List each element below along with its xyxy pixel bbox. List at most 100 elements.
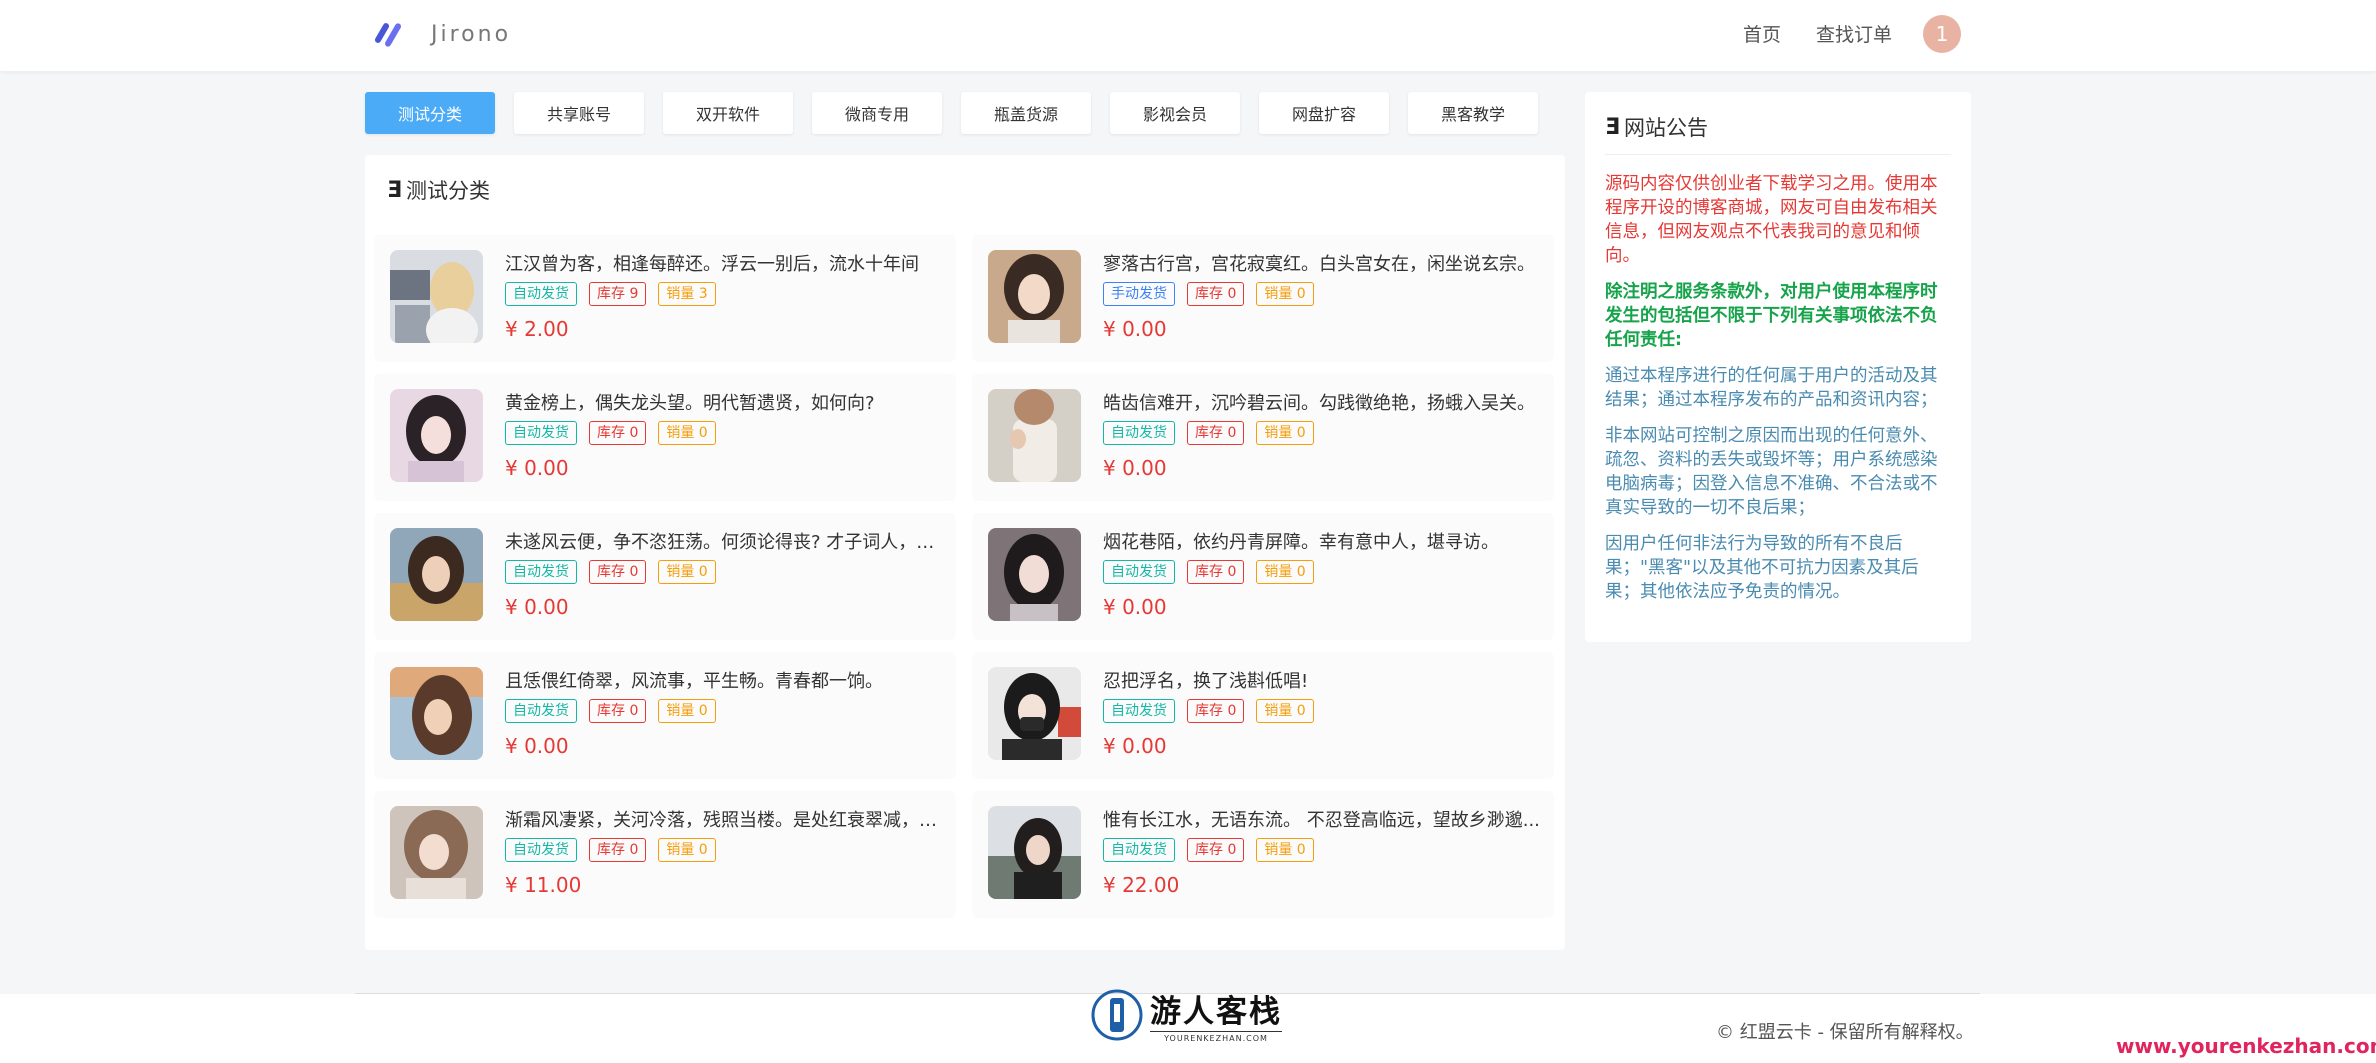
notice-paragraph: 源码内容仅供创业者下载学习之用。使用本程序开设的博客商城，网友可自由发布相关信息… [1605, 174, 1938, 266]
delivery-badge: 自动发货 [505, 699, 577, 723]
delivery-badge: 自动发货 [1103, 421, 1175, 445]
tab-wechat-business[interactable]: 微商专用 [812, 92, 942, 134]
product-card[interactable]: 未遂风云便，争不恣狂荡。何须论得丧? 才子词人，自... 自动发货 库存 0 销… [375, 513, 955, 638]
product-name[interactable]: 烟花巷陌，依约丹青屏障。幸有意中人，堪寻访。 [1103, 528, 1543, 554]
product-badges: 自动发货 库存 0 销量 0 [505, 699, 716, 723]
sales-badge: 销量 3 [658, 282, 716, 306]
product-price: ¥ 0.00 [1103, 456, 1167, 480]
product-card[interactable]: 渐霜风凄紧，关河冷落，残照当楼。是处红衰翠减，苒... 自动发货 库存 0 销量… [375, 791, 955, 916]
notice-title: 网站公告 [1624, 116, 1709, 140]
sales-badge: 销量 0 [658, 560, 716, 584]
notice-paragraph: 非本网站可控制之原因而出现的任何意外、疏忽、资料的丢失或毁坏等；用户系统感染电脑… [1605, 426, 1938, 518]
product-card[interactable]: 寥落古行宫，宫花寂寞红。白头宫女在，闲坐说玄宗。 手动发货 库存 0 销量 0 … [973, 235, 1553, 360]
sales-badge: 销量 0 [658, 421, 716, 445]
stock-badge: 库存 9 [589, 282, 647, 306]
nav-home-link[interactable]: 首页 [1743, 20, 1781, 47]
product-name[interactable]: 未遂风云便，争不恣狂荡。何须论得丧? 才子词人，自... [505, 528, 945, 554]
product-badges: 手动发货 库存 0 销量 0 [1103, 282, 1314, 306]
nav-find-order-link[interactable]: 查找订单 [1816, 20, 1892, 47]
delivery-badge: 自动发货 [1103, 838, 1175, 862]
product-badges: 自动发货 库存 0 销量 0 [505, 421, 716, 445]
tab-dual-open-software[interactable]: 双开软件 [663, 92, 793, 134]
user-avatar[interactable]: 1 [1923, 15, 1961, 53]
site-notice-panel: Ǝ 网站公告 源码内容仅供创业者下载学习之用。使用本程序开设的博客商城，网友可自… [1585, 92, 1971, 642]
watermark-text-group: 游人客栈 YOURENKEZHAN.COM [1150, 986, 1282, 1043]
product-card[interactable]: 皓齿信难开，沉吟碧云间。勾践徵绝艳，扬蛾入吴关。 自动发货 库存 0 销量 0 … [973, 374, 1553, 499]
product-badges: 自动发货 库存 0 销量 0 [1103, 838, 1314, 862]
product-name[interactable]: 忍把浮名，换了浅斟低唱! [1103, 667, 1543, 693]
product-name[interactable]: 皓齿信难开，沉吟碧云间。勾践徵绝艳，扬蛾入吴关。 [1103, 389, 1543, 415]
watermark-logo: 游人客栈 YOURENKEZHAN.COM [1090, 986, 1282, 1043]
product-card[interactable]: 忍把浮名，换了浅斟低唱! 自动发货 库存 0 销量 0 ¥ 0.00 [973, 652, 1553, 777]
tab-bottle-cap-supply[interactable]: 瓶盖货源 [961, 92, 1091, 134]
delivery-badge: 自动发货 [505, 421, 577, 445]
product-thumbnail[interactable] [988, 667, 1081, 760]
product-price: ¥ 11.00 [505, 873, 582, 897]
notice-divider [1605, 154, 1951, 155]
tab-video-membership[interactable]: 影视会员 [1110, 92, 1240, 134]
product-name[interactable]: 江汉曾为客，相逢每醉还。浮云一别后，流水十年间 [505, 250, 945, 276]
product-thumbnail[interactable] [390, 806, 483, 899]
stock-badge: 库存 0 [1187, 421, 1245, 445]
watermark-subtitle: YOURENKEZHAN.COM [1150, 1031, 1282, 1043]
stock-badge: 库存 0 [1187, 560, 1245, 584]
product-price: ¥ 22.00 [1103, 873, 1180, 897]
sales-badge: 销量 0 [658, 838, 716, 862]
product-card[interactable]: 江汉曾为客，相逢每醉还。浮云一别后，流水十年间 自动发货 库存 9 销量 3 ¥… [375, 235, 955, 360]
delivery-badge: 手动发货 [1103, 282, 1175, 306]
product-thumbnail[interactable] [390, 250, 483, 343]
sales-badge: 销量 0 [1256, 560, 1314, 584]
product-thumbnail[interactable] [988, 250, 1081, 343]
product-badges: 自动发货 库存 0 销量 0 [505, 838, 716, 862]
product-price: ¥ 0.00 [505, 595, 569, 619]
copyright-text: © 红盟云卡 - 保留所有解释权。 [1716, 1022, 1974, 1043]
product-name[interactable]: 寥落古行宫，宫花寂寞红。白头宫女在，闲坐说玄宗。 [1103, 250, 1543, 276]
stock-badge: 库存 0 [1187, 838, 1245, 862]
product-thumbnail[interactable] [988, 528, 1081, 621]
product-thumbnail[interactable] [988, 389, 1081, 482]
product-badges: 自动发货 库存 9 销量 3 [505, 282, 716, 306]
logo-icon [375, 23, 401, 47]
logo-text: Jirono [431, 21, 512, 47]
product-name[interactable]: 惟有长江水，无语东流。 不忍登高临远，望故乡渺邈... [1103, 806, 1543, 832]
product-price: ¥ 2.00 [505, 317, 569, 341]
section-icon: Ǝ [387, 177, 403, 203]
tab-shared-accounts[interactable]: 共享账号 [514, 92, 644, 134]
notice-paragraph: 除注明之服务条款外，对用户使用本程序时发生的包括但不限于下列有关事项依法不负任何… [1605, 282, 1938, 350]
stock-badge: 库存 0 [589, 421, 647, 445]
product-badges: 自动发货 库存 0 销量 0 [1103, 560, 1314, 584]
product-name[interactable]: 渐霜风凄紧，关河冷落，残照当楼。是处红衰翠减，苒... [505, 806, 945, 832]
product-card[interactable]: 黄金榜上，偶失龙头望。明代暂遗贤，如何向? 自动发货 库存 0 销量 0 ¥ 0… [375, 374, 955, 499]
product-card[interactable]: 烟花巷陌，依约丹青屏障。幸有意中人，堪寻访。 自动发货 库存 0 销量 0 ¥ … [973, 513, 1553, 638]
product-badges: 自动发货 库存 0 销量 0 [1103, 421, 1314, 445]
site-logo[interactable]: Jirono [373, 14, 511, 54]
product-name[interactable]: 黄金榜上，偶失龙头望。明代暂遗贤，如何向? [505, 389, 945, 415]
product-price: ¥ 0.00 [1103, 595, 1167, 619]
watermark-title: 游人客栈 [1150, 994, 1282, 1030]
product-badges: 自动发货 库存 0 销量 0 [1103, 699, 1314, 723]
tab-test-category[interactable]: 测试分类 [365, 92, 495, 134]
notice-body: 源码内容仅供创业者下载学习之用。使用本程序开设的博客商城，网友可自由发布相关信息… [1605, 172, 1951, 616]
notice-icon: Ǝ [1605, 114, 1621, 140]
product-card[interactable]: 惟有长江水，无语东流。 不忍登高临远，望故乡渺邈... 自动发货 库存 0 销量… [973, 791, 1553, 916]
sales-badge: 销量 0 [1256, 838, 1314, 862]
notice-heading: Ǝ 网站公告 [1605, 112, 1708, 142]
product-thumbnail[interactable] [390, 667, 483, 760]
product-price: ¥ 0.00 [1103, 734, 1167, 758]
stock-badge: 库存 0 [1187, 282, 1245, 306]
top-header: Jirono 首页 查找订单 1 [0, 0, 2376, 71]
stock-badge: 库存 0 [589, 838, 647, 862]
delivery-badge: 自动发货 [1103, 560, 1175, 584]
product-card[interactable]: 且恁偎红倚翠，风流事，平生畅。青春都一饷。 自动发货 库存 0 销量 0 ¥ 0… [375, 652, 955, 777]
notice-paragraph: 通过本程序进行的任何属于用户的活动及其结果；通过本程序发布的产品和资讯内容； [1605, 366, 1938, 410]
product-thumbnail[interactable] [390, 389, 483, 482]
delivery-badge: 自动发货 [505, 560, 577, 584]
tab-cloud-storage[interactable]: 网盘扩容 [1259, 92, 1389, 134]
tab-hacker-tutorial[interactable]: 黑客教学 [1408, 92, 1538, 134]
product-thumbnail[interactable] [390, 528, 483, 621]
product-panel: Ǝ 测试分类 江汉曾为客，相逢每醉还。浮云一别后，流水十年间 自动发货 库存 9… [365, 155, 1565, 950]
delivery-badge: 自动发货 [505, 282, 577, 306]
sales-badge: 销量 0 [1256, 421, 1314, 445]
product-name[interactable]: 且恁偎红倚翠，风流事，平生畅。青春都一饷。 [505, 667, 945, 693]
product-thumbnail[interactable] [988, 806, 1081, 899]
